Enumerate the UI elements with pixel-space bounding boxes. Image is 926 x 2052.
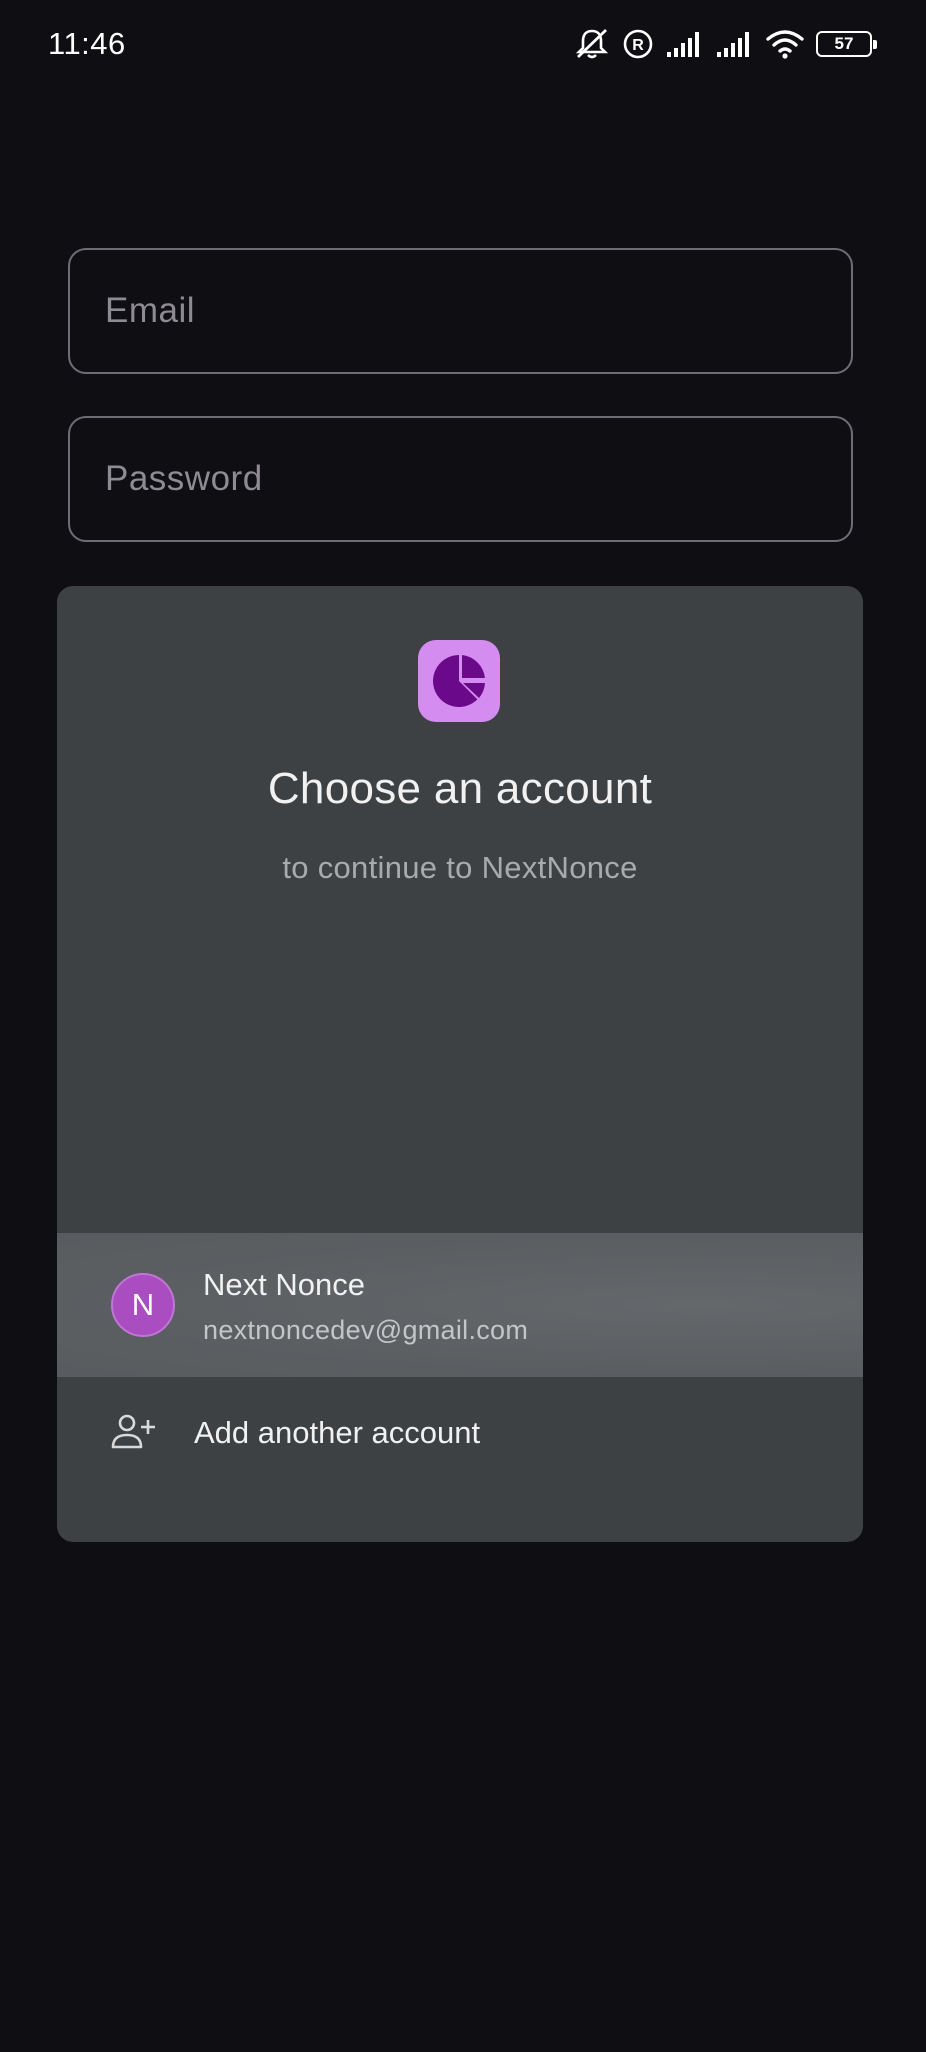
svg-text:R: R [632,37,644,54]
password-field[interactable] [68,416,853,542]
status-bar: 11:46 R 57 [0,0,926,90]
dialog-subtitle: to continue to NextNonce [282,850,638,885]
person-add-icon [111,1413,157,1456]
signal-icon [666,30,704,58]
clock: 11:46 [48,26,126,61]
wifi-icon [766,29,804,59]
status-icons: R 57 [574,24,877,64]
account-email: nextnoncedev@gmail.com [203,1315,529,1345]
signal-icon [716,30,754,58]
password-input[interactable] [70,418,851,540]
add-account-button[interactable]: Add another account [57,1377,863,1489]
pie-chart-icon [418,640,500,722]
screen: 11:46 R 57 Email Choose an account to co… [0,0,926,2052]
avatar: N [111,1273,175,1337]
add-account-label: Add another account [194,1415,481,1450]
bell-off-icon [574,27,610,61]
registered-icon: R [622,28,654,60]
dialog-title: Choose an account [267,764,653,813]
account-chooser-dialog: Choose an account to continue to NextNon… [57,586,863,1542]
battery-icon: 57 [816,31,877,57]
account-item[interactable]: N Next Nonce nextnoncedev@gmail.com [57,1233,863,1377]
email-field[interactable] [68,248,853,374]
account-name: Next Nonce [203,1267,365,1302]
email-input[interactable] [70,250,851,372]
